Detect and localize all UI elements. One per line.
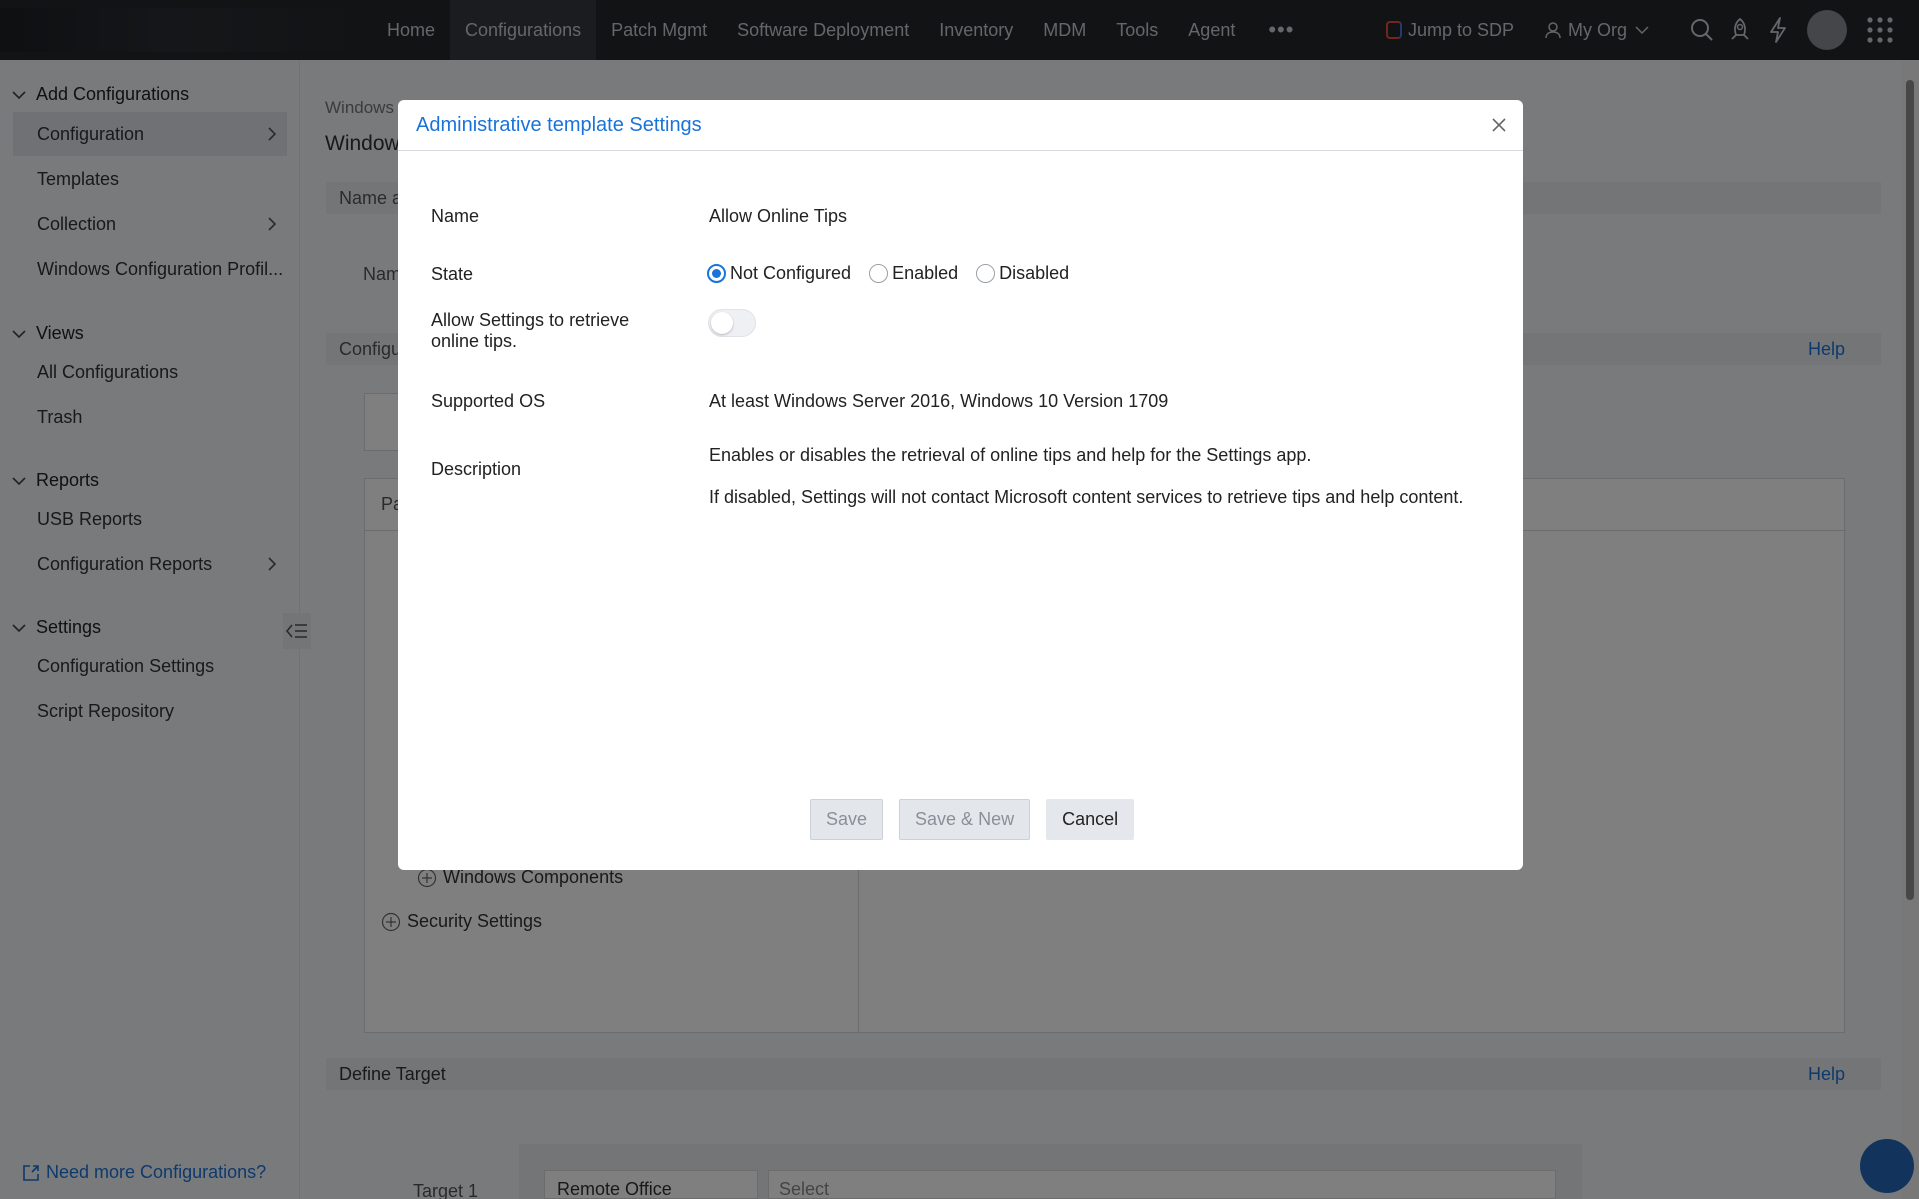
dialog-header: Administrative template Settings — [398, 100, 1523, 151]
description-line: Enables or disables the retrieval of onl… — [709, 445, 1312, 465]
state-label: State — [431, 264, 474, 284]
radio-indicator — [707, 264, 726, 283]
supported-os-label: Supported OS — [431, 391, 546, 411]
radio-label: Enabled — [892, 263, 959, 283]
name-label: Name — [431, 206, 480, 226]
description-line: If disabled, Settings will not contact M… — [709, 487, 1464, 507]
admin-template-settings-dialog: Administrative template Settings Name Al… — [398, 100, 1523, 870]
save-button[interactable]: Save — [810, 799, 884, 840]
description-text: Enables or disables the retrieval of onl… — [709, 445, 1463, 529]
radio-disabled[interactable]: Disabled — [976, 263, 1069, 284]
radio-label: Not Configured — [730, 263, 852, 283]
radio-label: Disabled — [999, 263, 1070, 283]
radio-indicator — [869, 264, 889, 283]
dialog-title: Administrative template Settings — [416, 113, 702, 136]
allow-online-tips-label: Allow Settings to retrieve online tips. — [431, 310, 630, 351]
cancel-button[interactable]: Cancel — [1046, 799, 1135, 840]
radio-indicator — [976, 264, 996, 283]
description-label: Description — [431, 459, 522, 479]
radio-not-configured[interactable]: Not Configured — [707, 263, 851, 284]
save-and-new-button[interactable]: Save & New — [899, 799, 1031, 840]
dialog-actions: Save Save & New Cancel — [810, 799, 1150, 840]
allow-online-tips-toggle[interactable] — [708, 309, 756, 337]
toggle-knob — [711, 312, 733, 334]
radio-enabled[interactable]: Enabled — [869, 263, 958, 284]
close-icon[interactable] — [1489, 115, 1509, 135]
policy-name-value: Allow Online Tips — [709, 206, 848, 226]
state-radio-group: Not Configured Enabled Disabled — [707, 263, 1087, 284]
supported-os-value: At least Windows Server 2016, Windows 10… — [709, 391, 1169, 411]
